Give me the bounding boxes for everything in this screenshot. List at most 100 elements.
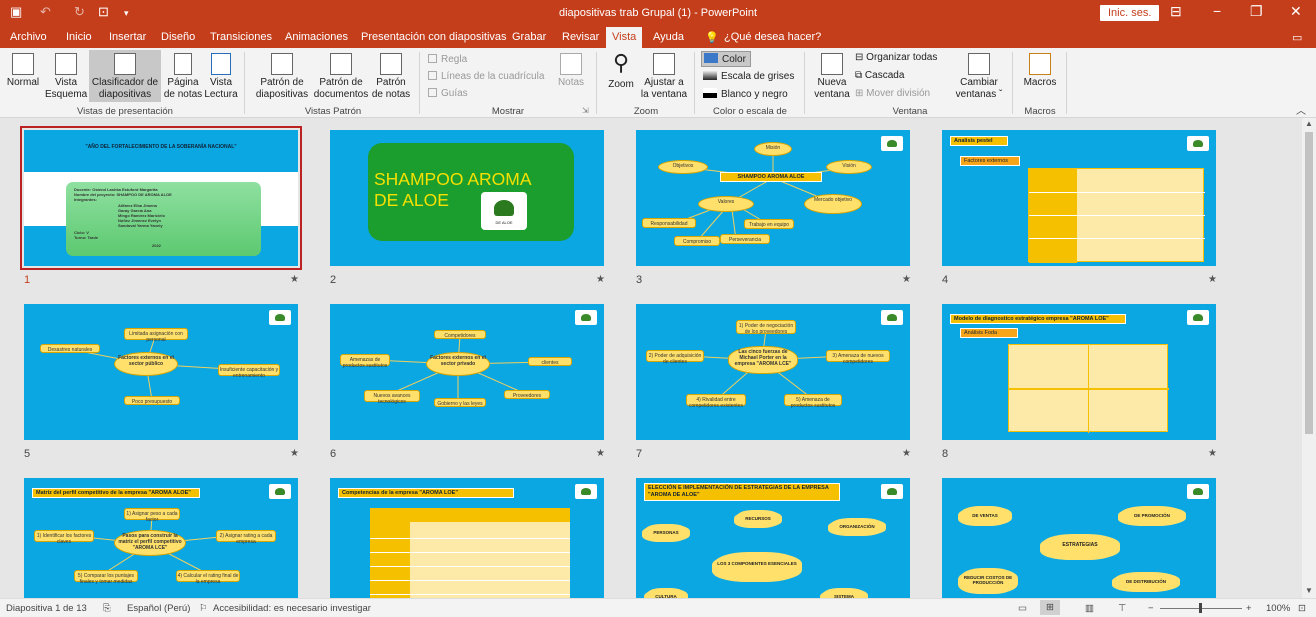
tab-transiciones[interactable]: Transiciones	[210, 31, 272, 43]
cascade-button[interactable]: ⧉ Cascada	[855, 70, 904, 81]
tab-archivo[interactable]: Archivo	[10, 31, 47, 43]
zoom-level[interactable]: 100%	[1266, 603, 1290, 614]
fit-window-button[interactable]: Ajustar a la ventana	[640, 53, 688, 101]
new-window-button[interactable]: Nueva ventana	[812, 53, 852, 101]
tab-revisar[interactable]: Revisar	[562, 31, 599, 43]
arrange-all-button[interactable]: ⊟ Organizar todas	[855, 52, 937, 63]
scroll-thumb[interactable]	[1305, 132, 1313, 434]
maximize-icon[interactable]: ❐	[1250, 3, 1263, 20]
transition-star-icon[interactable]: ★	[290, 274, 299, 285]
minimize-icon[interactable]: −	[1213, 3, 1221, 19]
zoom-out-icon[interactable]: −	[1148, 603, 1154, 614]
slide-sorter-status-icon[interactable]: ⊞	[1040, 600, 1060, 615]
zoom-slider-thumb[interactable]	[1199, 603, 1202, 613]
language-status[interactable]: Español (Perú)	[127, 603, 190, 614]
table-rule	[370, 594, 570, 595]
green-panel: SHAMPOO AROMA DE ALOE DE ALOE	[368, 143, 574, 241]
zoom-in-icon[interactable]: +	[1246, 603, 1252, 614]
slide-thumbnail-4[interactable]: Analisis pestel Factores externos	[942, 130, 1216, 266]
vertical-scrollbar[interactable]: ▲ ▼	[1302, 118, 1316, 598]
normal-view-button[interactable]: Normal	[6, 53, 40, 89]
node-cloud: DE DISTRIBUCIÓN	[1114, 572, 1178, 592]
reading-view-status-icon[interactable]: ▥	[1085, 603, 1094, 614]
transition-star-icon[interactable]: ★	[1208, 274, 1217, 285]
slide-thumbnail-9[interactable]: Matriz del perfil competitivo de la empr…	[24, 478, 298, 598]
foda-table	[1008, 344, 1169, 433]
move-split-button[interactable]: ⊞ Mover división	[855, 88, 930, 99]
slide-sorter-pane: "AÑO DEL FORTALECIMIENTO DE LA SOBERANÍA…	[0, 118, 1302, 598]
transition-star-icon[interactable]: ★	[902, 274, 911, 285]
sign-in-button[interactable]: Inic. ses.	[1100, 5, 1160, 21]
gridlines-checkbox[interactable]: Líneas de la cuadrícula	[428, 71, 544, 82]
slide-thumbnail-11[interactable]: ELECCIÓN E IMPLEMENTACIÓN DE ESTRATEGIAS…	[636, 478, 910, 598]
notes-button[interactable]: Notas	[555, 53, 587, 89]
accessibility-icon[interactable]: ⚐	[199, 603, 208, 614]
notes-label: Notas	[557, 77, 585, 88]
handout-master-button[interactable]: Patrón de documentos	[312, 53, 370, 101]
normal-view-status-icon[interactable]: ▭	[1018, 603, 1027, 614]
tab-grabar[interactable]: Grabar	[512, 31, 546, 43]
transition-star-icon[interactable]: ★	[902, 448, 911, 459]
ribbon-display-icon[interactable]: ⊟	[1170, 3, 1182, 20]
transition-star-icon[interactable]: ★	[290, 448, 299, 459]
tab-vista[interactable]: Vista	[606, 27, 643, 48]
reading-label-1: Vista	[209, 77, 233, 88]
ruler-checkbox[interactable]: Regla	[428, 54, 467, 65]
slide-thumbnail-8[interactable]: Modelo de diagnostico estratégico empres…	[942, 304, 1216, 440]
macros-button[interactable]: Macros	[1020, 53, 1060, 89]
show-dialog-launcher-icon[interactable]: ⇲	[582, 106, 589, 115]
black-white-button[interactable]: Blanco y negro	[703, 88, 788, 100]
slide-master-button[interactable]: Patrón de diapositivas	[253, 53, 311, 101]
table-rule	[370, 580, 570, 581]
notes-master-button[interactable]: Patrón de notas	[369, 53, 413, 101]
notes-page-button[interactable]: Página de notas	[163, 53, 203, 101]
group-window-label: Ventana	[892, 106, 928, 117]
reading-label-2: Lectura	[204, 89, 238, 100]
transition-star-icon[interactable]: ★	[1208, 448, 1217, 459]
fit-slide-icon[interactable]: ⊡	[1298, 603, 1306, 614]
transition-star-icon[interactable]: ★	[596, 274, 605, 285]
slide-sorter-button[interactable]: Clasificador de diapositivas	[89, 50, 161, 102]
slide-thumbnail-7[interactable]: Las cinco fuerzas de Michael Porter en l…	[636, 304, 910, 440]
switch-windows-button[interactable]: Cambiar ventanas ˇ	[955, 53, 1003, 101]
slide-thumbnail-1[interactable]: "AÑO DEL FORTALECIMIENTO DE LA SOBERANÍA…	[20, 126, 302, 270]
tab-insertar[interactable]: Insertar	[109, 31, 146, 43]
grayscale-button[interactable]: Escala de grises	[703, 70, 794, 82]
tell-me-search[interactable]: ¿Qué desea hacer?	[724, 31, 821, 43]
ribbon-separator	[1066, 52, 1067, 114]
group-show-label: Mostrar	[491, 106, 525, 117]
collapse-ribbon-icon[interactable]: ︿	[1296, 102, 1306, 117]
slide-thumbnail-3[interactable]: SHAMPOO AROMA ALOE Misión Objetivos Visi…	[636, 130, 910, 266]
color-button[interactable]: Color	[701, 51, 751, 67]
center-bubble: Factores externos en el sector privado	[426, 352, 490, 376]
tab-presentacion[interactable]: Presentación con diapositivas	[361, 31, 507, 43]
slideshow-status-icon[interactable]: ⊤	[1118, 603, 1126, 614]
slide-thumbnail-6[interactable]: Factores externos en el sector privado C…	[330, 304, 604, 440]
tab-inicio[interactable]: Inicio	[66, 31, 92, 43]
comments-icon[interactable]: ▭	[1292, 31, 1302, 44]
sorter-label-2: diapositivas	[98, 89, 152, 100]
scroll-up-icon[interactable]: ▲	[1305, 119, 1313, 128]
outline-view-button[interactable]: Vista Esquema	[45, 53, 87, 101]
node-box: Trabajo en equipo	[744, 219, 794, 229]
tab-ayuda[interactable]: Ayuda	[653, 31, 684, 43]
slide-thumbnail-5[interactable]: Factores externos en el sector público L…	[24, 304, 298, 440]
slide-thumbnail-12[interactable]: ESTRATEGIAS DE VENTAS DE PROMOCIÓN REDUC…	[942, 478, 1216, 598]
spellcheck-icon[interactable]: ⎘	[103, 603, 111, 614]
slide-thumbnail-2[interactable]: SHAMPOO AROMA DE ALOE DE ALOE	[330, 130, 604, 266]
reading-view-button[interactable]: Vista Lectura	[204, 53, 238, 101]
move-split-icon: ⊞	[855, 88, 867, 99]
accessibility-status[interactable]: Accesibilidad: es necesario investigar	[213, 603, 371, 614]
tab-diseno[interactable]: Diseño	[161, 31, 195, 43]
guides-label: Guías	[441, 88, 468, 99]
scroll-down-icon[interactable]: ▼	[1305, 586, 1313, 595]
new-window-label-2: ventana	[814, 89, 850, 100]
normal-view-icon	[12, 53, 34, 75]
guides-checkbox[interactable]: Guías	[428, 88, 468, 99]
close-icon[interactable]: ✕	[1290, 3, 1302, 20]
ruler-label: Regla	[441, 54, 468, 65]
tab-animaciones[interactable]: Animaciones	[285, 31, 348, 43]
transition-star-icon[interactable]: ★	[596, 448, 605, 459]
slide-thumbnail-10[interactable]: Competencias de la empresa "AROMA LOE"	[330, 478, 604, 598]
zoom-button[interactable]: ⚲ Zoom	[604, 51, 638, 91]
